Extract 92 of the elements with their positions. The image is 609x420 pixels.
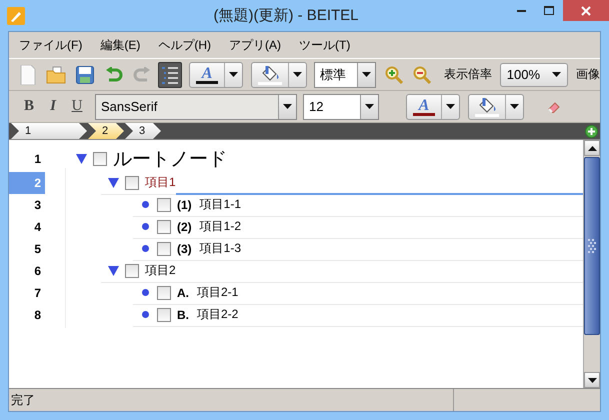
- outline-item-text[interactable]: 項目2-2: [197, 304, 238, 325]
- caret-icon: [362, 72, 372, 77]
- outline-item-text[interactable]: ルートノード: [113, 144, 227, 174]
- list-icon: [161, 64, 180, 84]
- checkbox[interactable]: [157, 308, 171, 322]
- status-text: 完了: [10, 392, 36, 408]
- checkbox[interactable]: [125, 264, 139, 278]
- maximize-icon: [544, 6, 554, 15]
- line-number: 5: [33, 241, 42, 258]
- toolbar-label: 画像: [576, 66, 600, 83]
- item-number: B.: [177, 308, 189, 322]
- bullet-icon: [142, 201, 148, 208]
- scrollbar-thumb[interactable]: [584, 157, 600, 335]
- expanded-triangle-icon[interactable]: [108, 266, 118, 276]
- zoom-dropdown[interactable]: 100%: [500, 62, 568, 86]
- caret-icon: [229, 72, 238, 77]
- outline-item-text[interactable]: 項目1-1: [200, 194, 242, 215]
- bullet-icon: [142, 245, 148, 252]
- item-number: A.: [177, 286, 189, 300]
- app-icon: [7, 6, 25, 24]
- line-number: 7: [33, 285, 42, 302]
- minimize-icon: [516, 10, 526, 12]
- italic-button[interactable]: I: [41, 96, 65, 117]
- close-button[interactable]: [563, 0, 609, 21]
- undo-icon: [104, 66, 123, 82]
- checkbox[interactable]: [125, 176, 139, 190]
- checkbox[interactable]: [93, 152, 107, 166]
- caret-icon: [283, 104, 292, 109]
- checkbox[interactable]: [157, 198, 171, 212]
- bullet-icon: [142, 223, 148, 230]
- outline-item-text[interactable]: 項目2-1: [197, 282, 238, 303]
- expanded-triangle-icon[interactable]: [76, 154, 86, 164]
- bullet-icon: [142, 311, 148, 318]
- menu-item[interactable]: 編集(E): [94, 34, 146, 56]
- up-arrow-icon: [588, 146, 596, 150]
- fill-color-button[interactable]: [468, 94, 524, 120]
- line-number: 8: [33, 307, 42, 324]
- menu-item[interactable]: ファイル(F): [13, 34, 88, 56]
- add-tab-icon[interactable]: [585, 124, 598, 138]
- checkbox[interactable]: [157, 286, 171, 300]
- down-arrow-icon: [588, 378, 596, 382]
- bold-button[interactable]: B: [17, 96, 41, 117]
- item-number: (1): [177, 198, 192, 212]
- line-number: 1: [33, 151, 42, 168]
- eraser-icon: [547, 100, 561, 112]
- scroll-down-button[interactable]: [584, 372, 600, 388]
- font-dropdown[interactable]: SansSerif: [95, 94, 297, 120]
- menu-item[interactable]: アプリ(A): [223, 34, 287, 56]
- menu-item[interactable]: ツール(T): [293, 34, 356, 56]
- redo-icon: [132, 66, 151, 82]
- font-size-field[interactable]: 12: [303, 94, 379, 120]
- fill-color-button[interactable]: [251, 62, 308, 88]
- toolbar-button[interactable]: [158, 62, 182, 88]
- paint-bucket-icon: [258, 64, 282, 84]
- font-color-button[interactable]: A: [189, 62, 244, 88]
- outline-item-text[interactable]: 項目1: [145, 172, 176, 193]
- outline-item-text[interactable]: 項目1-3: [200, 238, 242, 259]
- line-number: 6: [33, 263, 42, 280]
- zoom-label: 表示倍率: [444, 66, 492, 83]
- caret-icon: [365, 104, 374, 109]
- line-number: 4: [33, 219, 42, 236]
- style-dropdown[interactable]: 標準: [314, 62, 376, 88]
- outline-item-text[interactable]: 項目2: [145, 260, 176, 281]
- outline-item-text[interactable]: 項目1-2: [200, 216, 242, 237]
- menu-item[interactable]: ヘルプ(H): [152, 34, 217, 56]
- underline-button[interactable]: U: [65, 96, 89, 117]
- save-icon: [76, 66, 94, 84]
- close-icon: [581, 6, 591, 16]
- scroll-up-button[interactable]: [584, 140, 600, 156]
- new-file-icon: [20, 64, 36, 84]
- item-number: (3): [177, 242, 192, 256]
- folder-icon: [46, 66, 66, 84]
- font-color-button[interactable]: A: [406, 94, 460, 120]
- paint-bucket-icon: [475, 96, 499, 116]
- checkbox[interactable]: [157, 242, 171, 256]
- caret-icon: [510, 104, 519, 109]
- item-number: (2): [177, 220, 192, 234]
- zoom-out-icon: [412, 66, 431, 84]
- zoom-in-icon: [384, 66, 403, 84]
- bullet-icon: [142, 289, 148, 296]
- line-number: 2: [9, 172, 45, 194]
- checkbox[interactable]: [157, 220, 171, 234]
- window-title: (無題)(更新) - BEITEL: [212, 6, 360, 25]
- caret-icon: [446, 104, 455, 109]
- line-number: 3: [33, 197, 42, 214]
- caret-icon: [552, 72, 561, 77]
- grip-icon: [588, 239, 596, 253]
- tab[interactable]: 2: [88, 123, 124, 139]
- tab[interactable]: 1: [11, 123, 87, 139]
- caret-icon: [293, 72, 302, 77]
- tab[interactable]: 3: [125, 123, 161, 139]
- expanded-triangle-icon[interactable]: [108, 178, 118, 188]
